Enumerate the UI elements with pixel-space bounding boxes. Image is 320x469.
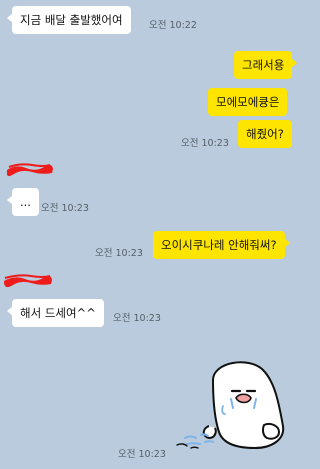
message-text: 지금 배달 출발했어여 xyxy=(20,13,123,27)
crying-ghost-sticker[interactable] xyxy=(175,352,295,452)
message-timestamp: 오전 10:23 xyxy=(181,138,229,149)
message-bubble-outgoing[interactable]: 모에모에큥은 xyxy=(208,88,288,116)
message-timestamp: 오전 10:23 xyxy=(113,313,161,324)
message-bubble-incoming[interactable]: 해서 드세여^^ xyxy=(7,299,104,327)
chat-room: 지금 배달 출발했어여 오전 10:22 그래서용 모에모에큥은 해줬어? 오전… xyxy=(0,0,309,469)
message-text: 해줬어? xyxy=(246,127,284,141)
message-bubble-outgoing[interactable]: 그래서용 xyxy=(234,51,298,79)
message-bubble-outgoing[interactable]: 해줬어? xyxy=(238,120,292,148)
message-bubble-incoming[interactable]: 지금 배달 출발했어여 xyxy=(7,6,131,34)
message-timestamp: 오전 10:23 xyxy=(41,203,89,214)
message-bubble-incoming[interactable]: ... xyxy=(7,188,39,216)
message-bubble-outgoing[interactable]: 오이시쿠나레 안해줘써? xyxy=(153,231,290,259)
message-timestamp: 오전 10:23 xyxy=(118,449,166,460)
message-text: 해서 드세여^^ xyxy=(20,306,96,320)
message-text: 모에모에큥은 xyxy=(216,95,280,109)
message-text: 그래서용 xyxy=(242,58,285,72)
message-timestamp: 오전 10:23 xyxy=(95,248,143,259)
redacted-sender-name xyxy=(6,163,53,177)
message-timestamp: 오전 10:22 xyxy=(149,20,197,31)
redacted-sender-name xyxy=(4,274,52,288)
message-text: ... xyxy=(20,195,31,209)
message-text: 오이시쿠나레 안해줘써? xyxy=(161,238,277,252)
